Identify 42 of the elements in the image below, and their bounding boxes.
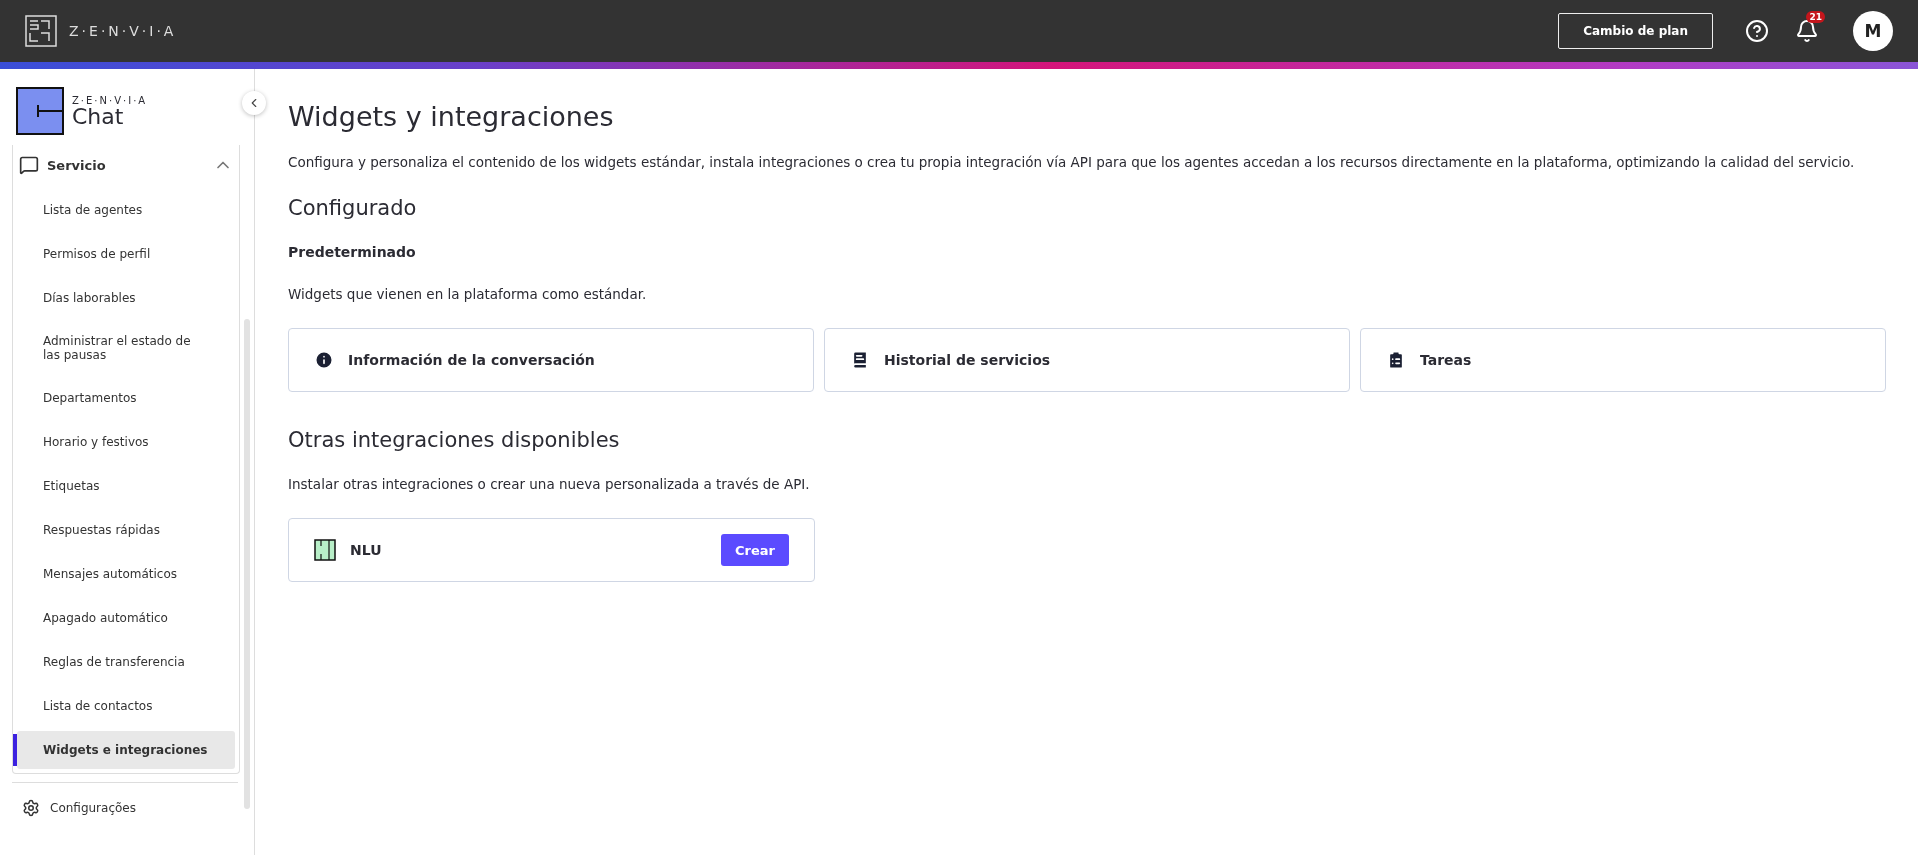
change-plan-button[interactable]: Cambio de plan	[1558, 13, 1713, 49]
menu-item[interactable]: Departamentos	[17, 379, 235, 417]
menu-item[interactable]: Etiquetas	[17, 467, 235, 505]
section-heading: Otras integraciones disponibles	[288, 428, 621, 452]
integration-icon	[314, 539, 336, 561]
section-description: Widgets que vienen en la plataforma como estándar.	[288, 286, 648, 302]
product-brand: Z·E·N·V·I·A	[72, 94, 148, 106]
info-icon	[314, 350, 334, 370]
help-icon[interactable]	[1745, 19, 1769, 43]
section-header[interactable]: Servicio	[13, 145, 239, 185]
notification-count: 21	[1806, 11, 1825, 23]
widget-card[interactable]: Información de la conversación	[288, 328, 814, 392]
collapse-button[interactable]	[242, 91, 266, 115]
page-description: Configura y personaliza el contenido de los widgets estándar, instala integraciones o crea tu propia integración vía API para que los agentes accedan a los recursos directamente en la plataforma, optimizando la calidad del servicio.	[288, 154, 1856, 170]
menu-item[interactable]: Mensajes automáticos	[17, 555, 235, 593]
brand-name: Z·E·N·V·I·A	[69, 23, 177, 39]
section-heading: Configurado	[288, 196, 418, 220]
menu-item[interactable]: Horario y festivos	[17, 423, 235, 461]
integration-name: NLU	[350, 542, 383, 558]
product-name: Chat	[72, 105, 124, 128]
product-logo-icon	[16, 87, 64, 135]
subsection-heading: Predeterminado	[288, 244, 417, 260]
menu-item[interactable]: Lista de contactos	[17, 687, 235, 725]
scrollbar[interactable]	[244, 319, 250, 809]
menu-item[interactable]: Días laborables	[17, 279, 235, 317]
menu-item[interactable]: Respuestas rápidas	[17, 511, 235, 549]
logo-icon	[25, 15, 57, 47]
menu-item[interactable]: Reglas de transferencia	[17, 643, 235, 681]
bell-icon[interactable]	[1795, 19, 1819, 43]
menu-item[interactable]: Administrar el estado de las pausas	[17, 323, 235, 373]
menu-item[interactable]: Apagado automático	[17, 599, 235, 637]
page-title: Widgets y integraciones	[288, 101, 615, 132]
chat-icon	[19, 155, 39, 175]
settings-icon	[22, 799, 40, 817]
widget-card[interactable]: Historial de servicios	[824, 328, 1350, 392]
menu-item[interactable]: Permisos de perfil	[17, 235, 235, 273]
avatar[interactable]: M	[1853, 11, 1893, 51]
settings-item[interactable]: Configurações	[12, 782, 238, 833]
section-description: Instalar otras integraciones o crear una nueva personalizada a través de API.	[288, 476, 811, 492]
menu-item[interactable]: Lista de agentes	[17, 191, 235, 229]
widget-card[interactable]: Tareas	[1360, 328, 1886, 392]
create-button[interactable]: Crear	[721, 534, 789, 566]
